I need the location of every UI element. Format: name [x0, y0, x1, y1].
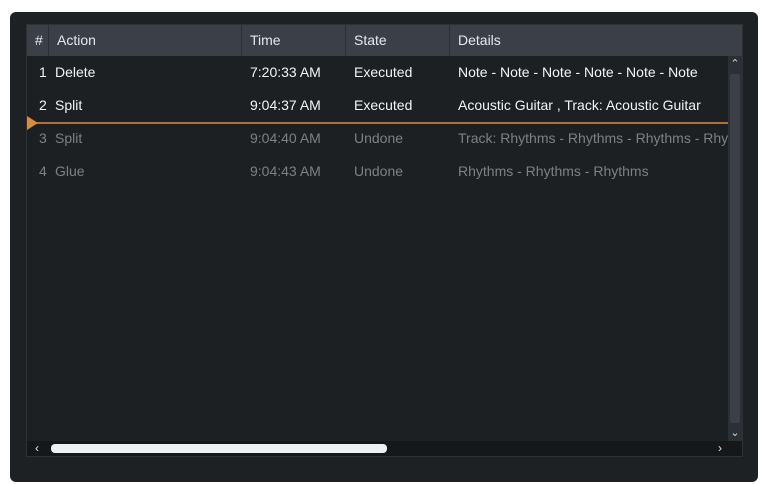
- row-action: Split: [55, 97, 83, 113]
- row-state: Executed: [354, 64, 413, 80]
- row-state: Executed: [354, 97, 413, 113]
- row-details: Rhythms - Rhythms - Rhythms: [458, 163, 649, 179]
- history-row[interactable]: 1 Delete 7:20:33 AM Executed Note - Note…: [27, 56, 728, 89]
- row-time: 9:04:43 AM: [250, 163, 321, 179]
- edit-history-dialog: # Action Time State Details 1 Delete 7:2…: [10, 12, 758, 482]
- history-row[interactable]: 3 Split 9:04:40 AM Undone Track: Rhythms…: [27, 122, 728, 155]
- row-state: Undone: [354, 163, 404, 179]
- row-number: 4: [39, 163, 47, 179]
- chevron-down-icon[interactable]: ⌄: [728, 425, 742, 441]
- column-header-time[interactable]: Time: [242, 25, 346, 56]
- row-details: Note - Note - Note - Note - Note - Note: [458, 64, 698, 80]
- row-action: Split: [55, 130, 83, 146]
- row-number: 1: [39, 64, 47, 80]
- row-state: Undone: [354, 130, 404, 146]
- chevron-left-icon[interactable]: ‹: [29, 441, 45, 456]
- chevron-up-icon[interactable]: ⌃: [728, 56, 742, 72]
- row-details: Track: Rhythms - Rhythms - Rhythms - Rhy…: [458, 130, 728, 146]
- horizontal-scrollbar[interactable]: ‹ ›: [27, 441, 728, 456]
- history-list: # Action Time State Details 1 Delete 7:2…: [26, 24, 743, 457]
- row-action: Glue: [55, 163, 85, 179]
- row-time: 9:04:37 AM: [250, 97, 321, 113]
- column-header-action[interactable]: Action: [49, 25, 242, 56]
- column-header-number[interactable]: #: [27, 25, 49, 56]
- column-header-details[interactable]: Details: [450, 25, 742, 56]
- scrollbar-corner: [728, 441, 742, 456]
- row-action: Delete: [55, 64, 96, 80]
- history-row[interactable]: 4 Glue 9:04:43 AM Undone Rhythms - Rhyth…: [27, 155, 728, 188]
- vertical-scroll-thumb[interactable]: [730, 74, 740, 423]
- chevron-right-icon[interactable]: ›: [712, 441, 728, 456]
- horizontal-scroll-thumb[interactable]: [51, 444, 387, 453]
- history-row[interactable]: 2 Split 9:04:37 AM Executed Acoustic Gui…: [27, 89, 728, 122]
- vertical-scrollbar[interactable]: ⌃ ⌄: [728, 56, 742, 441]
- history-table-header: # Action Time State Details: [27, 25, 742, 56]
- row-details: Acoustic Guitar , Track: Acoustic Guitar: [458, 97, 701, 113]
- row-time: 7:20:33 AM: [250, 64, 321, 80]
- row-time: 9:04:40 AM: [250, 130, 321, 146]
- triangle-right-icon[interactable]: [27, 116, 38, 130]
- column-header-state[interactable]: State: [346, 25, 450, 56]
- undo-position-line[interactable]: [27, 122, 728, 124]
